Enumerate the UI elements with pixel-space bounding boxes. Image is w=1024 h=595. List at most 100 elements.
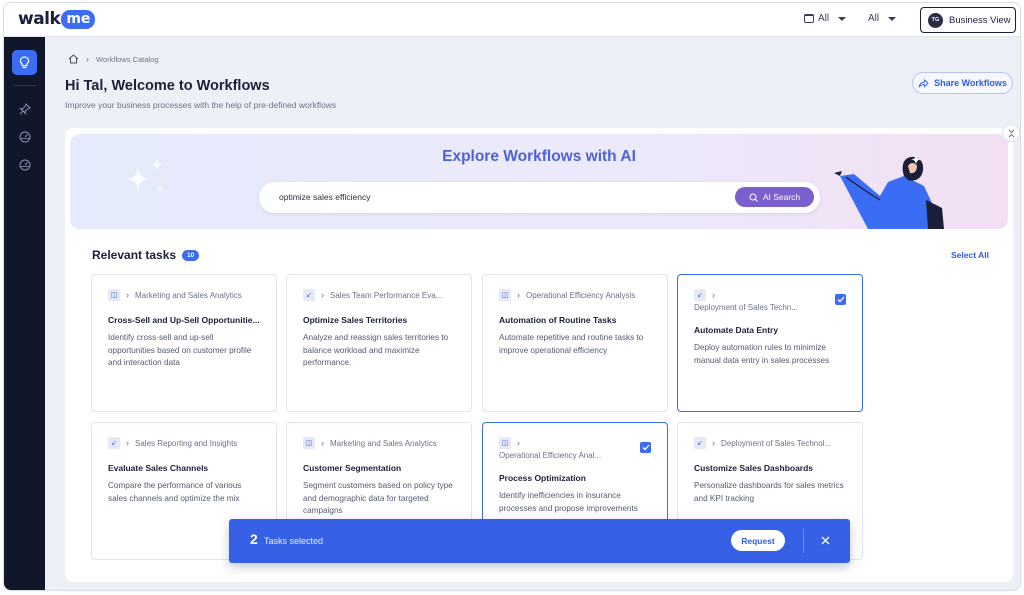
task-card-selected[interactable]: ↙ › Deployment of Sales Techn... Automat… [677,274,863,412]
app-window: walk me All All TG Business View › Workf… [3,2,1021,591]
ai-search-input[interactable]: optimize sales efficiency AI Search [259,182,820,213]
lightbulb-icon [19,56,30,69]
close-selection-button[interactable] [817,532,833,548]
task-title: Automation of Routine Tasks [499,315,617,325]
sidebar-item-pin[interactable] [16,100,33,117]
task-category: ◫ › Marketing and Sales Analytics [303,437,459,449]
task-category: ↙ › Deployment of Sales Technol... [694,437,850,449]
person-illustration [834,154,944,229]
page-title: Hi Tal, Welcome to Workflows [65,78,270,94]
chevron-right-icon: › [712,438,715,448]
task-description: Analyze and reassign sales territories t… [303,333,449,367]
task-title: Optimize Sales Territories [303,315,408,325]
task-category: ◫ › Marketing and Sales Analytics [108,289,264,301]
task-description: Compare the performance of various sales… [108,481,242,503]
select-all-link[interactable]: Select All [951,250,989,260]
task-category: ↙ › Sales Reporting and Insights [108,437,264,449]
task-title: Automate Data Entry [694,325,779,335]
sidebar-item-analytics[interactable] [16,128,33,145]
chevron-right-icon: › [712,290,715,300]
sidebar-divider [13,85,36,86]
task-category-label: Deployment of Sales Techn... [694,303,798,312]
task-category-label: Marketing and Sales Analytics [330,438,437,448]
task-category-label: Marketing and Sales Analytics [135,290,242,300]
avatar: TG [928,12,943,28]
collapse-icon [1008,129,1014,137]
chart-icon: ↙ [303,289,315,301]
date-filter-dropdown[interactable]: All [804,13,847,24]
selection-bar-divider [803,529,804,553]
task-category: ↙ › Sales Team Performance Eva... [303,289,459,301]
task-checkbox-checked[interactable] [835,294,846,305]
shield-icon: ◫ [303,437,315,449]
task-title: Cross-Sell and Up-Sell Opportunitie... [108,315,260,325]
task-category-label: Sales Reporting and Insights [135,438,238,448]
sidebar-item-insights[interactable] [16,156,33,173]
logo-text-walk: walk [18,9,61,29]
date-filter-label: All [818,13,830,24]
checkmark-icon [837,296,844,303]
selection-bar: 2 Tasks selected Request [229,519,850,563]
ai-search-label: AI Search [762,192,801,202]
task-description: Identify cross-sell and up-sell opportun… [108,333,252,367]
page-subtitle: Improve your business processes with the… [65,100,337,110]
task-category-label: Deployment of Sales Technol... [721,438,832,448]
shield-icon: ◫ [108,289,120,301]
task-card[interactable]: ↙ › Sales Team Performance Eva... Optimi… [286,274,472,412]
home-icon[interactable] [68,54,79,64]
chart-icon: ↙ [694,437,706,449]
breadcrumb-item-workflows-catalog[interactable]: Workflows Catalog [96,55,158,64]
chevron-right-icon: › [517,438,520,448]
scope-filter-dropdown[interactable]: All [868,13,897,24]
task-category: ◫ › Operational Efficiency Anal... [499,437,635,460]
sidebar-item-workflows[interactable] [12,50,37,75]
breadcrumb: › Workflows Catalog [68,54,158,64]
chevron-down-icon [838,16,847,21]
business-view-label: Business View [949,14,1011,26]
ai-search-banner: Explore Workflows with AI optimize sales… [70,134,1008,229]
shield-icon: ◫ [499,289,511,301]
ai-search-icon [749,193,758,202]
share-workflows-label: Share Workflows [934,78,1007,88]
request-button[interactable]: Request [731,530,785,551]
task-title: Evaluate Sales Channels [108,463,209,473]
collapse-banner-button[interactable] [1002,124,1020,142]
relevant-tasks-label: Relevant tasks [92,248,177,262]
shield-icon: ◫ [499,437,511,449]
share-icon [918,78,929,88]
task-category-label: Operational Efficiency Anal... [499,451,602,460]
pin-icon [18,102,31,115]
task-card[interactable]: ◫ › Marketing and Sales Analytics Cross-… [91,274,277,412]
top-bar: walk me All All TG Business View [4,3,1020,37]
task-description: Automate repetitive and routine tasks to… [499,333,644,355]
gauge-icon [19,159,30,170]
selected-count: 2 [250,531,258,547]
task-category: ◫ › Operational Efficiency Analysis [499,289,655,301]
task-checkbox-checked[interactable] [640,442,651,453]
task-category: ↙ › Deployment of Sales Techn... [694,289,830,312]
calendar-icon [804,14,814,23]
gauge-icon [19,131,30,142]
sidebar [4,37,45,590]
walkme-logo[interactable]: walk me [18,9,96,29]
selected-label: Tasks selected [264,536,324,546]
ai-search-button[interactable]: AI Search [735,187,814,207]
chart-icon: ↙ [694,289,706,301]
task-description: Segment customers based on policy type a… [303,481,453,515]
task-card[interactable]: ◫ › Operational Efficiency Analysis Auto… [482,274,668,412]
task-description: Identify inefficiencies in insurance pro… [499,491,638,513]
relevant-tasks-heading: Relevant tasks 10 [92,248,200,262]
checkmark-icon [642,444,649,451]
business-view-button[interactable]: TG Business View [920,7,1016,33]
chevron-down-icon [888,16,897,21]
logo-text-me: me [61,9,96,29]
task-description: Personalize dashboards for sales metrics… [694,481,844,503]
task-title: Customize Sales Dashboards [694,463,814,473]
share-workflows-button[interactable]: Share Workflows [912,72,1013,94]
task-title: Customer Segmentation [303,463,402,473]
ai-search-value: optimize sales efficiency [279,192,371,202]
chevron-right-icon: › [126,290,129,300]
task-category-label: Operational Efficiency Analysis [526,290,636,300]
task-count-badge: 10 [182,249,200,261]
chevron-right-icon: › [321,290,324,300]
